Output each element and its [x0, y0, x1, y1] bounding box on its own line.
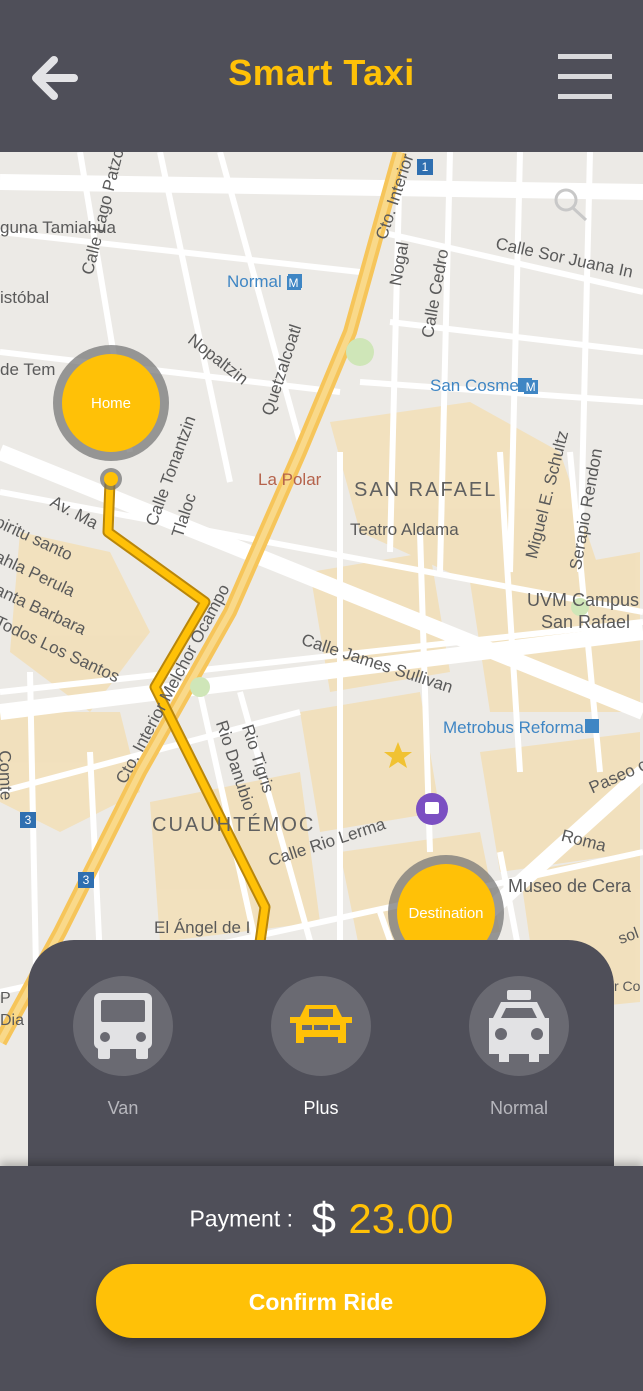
map-label-p: P: [0, 990, 11, 1007]
map-label-uvm: UVM Campus: [527, 590, 640, 610]
menu-button[interactable]: [556, 52, 614, 102]
payment-footer: Payment : $ 23.00 Confirm Ride: [0, 1166, 643, 1391]
ride-type-panel: Van Plus Normal: [28, 940, 614, 1180]
ride-option-label: Plus: [303, 1098, 339, 1118]
origin-pin-label: Home: [90, 394, 131, 412]
map-label-metrobus: Metrobus Reforma: [443, 718, 584, 737]
taxi-icon: [489, 990, 549, 1062]
payment-amount: 23.00: [348, 1195, 454, 1242]
map-label-dia: Dia: [0, 1012, 25, 1029]
ride-option-normal[interactable]: Normal: [449, 976, 589, 1119]
map-label-san-cosme: San Cosme M: [430, 376, 538, 395]
metro-badge-3b: 3: [78, 872, 94, 888]
ride-option-label: Van: [107, 1098, 139, 1118]
app-header: Smart Taxi: [0, 0, 643, 152]
map-label-museo: Museo de Cera: [508, 876, 632, 896]
origin-pin[interactable]: Home: [62, 354, 160, 452]
map-label-comte: Comte: [0, 750, 16, 801]
app-title: Smart Taxi: [228, 52, 415, 93]
map-label-uvm2: San Rafael: [541, 612, 631, 632]
map-label-san-rafael: SAN RAFAEL: [354, 479, 498, 501]
currency-symbol: $: [311, 1194, 336, 1243]
destination-pin-label: Destination: [408, 904, 484, 922]
map-label-angel: El Ángel de I: [154, 918, 251, 937]
ride-option-circle: [469, 976, 569, 1076]
car-icon: [290, 1005, 352, 1043]
origin-location-dot: [104, 472, 118, 486]
bus-icon: [94, 993, 152, 1059]
map-label-cristobal: istóbal: [0, 288, 50, 307]
metro-badge-1: 1: [417, 159, 433, 175]
metro-badge-3a: 3: [20, 812, 36, 828]
ride-option-plus[interactable]: Plus: [251, 976, 391, 1119]
payment-row: Payment : $ 23.00: [0, 1194, 643, 1244]
map-label-teatro-aldama: Teatro Aldama: [350, 520, 459, 539]
ride-option-circle: [73, 976, 173, 1076]
ride-option-van[interactable]: Van: [53, 976, 193, 1119]
ride-option-circle: [271, 976, 371, 1076]
map-label-cuauhtemoc: CUAUHTÉMOC: [152, 814, 316, 836]
map-label-normal-station: Normal M: [227, 272, 301, 291]
map-label-co: r Co: [614, 978, 641, 994]
map-label-la-polar: La Polar: [258, 470, 322, 489]
hamburger-menu-icon: [558, 54, 612, 99]
payment-label: Payment :: [189, 1205, 294, 1232]
ride-option-label: Normal: [489, 1098, 548, 1118]
map-label-templo: de Tem: [0, 360, 56, 379]
confirm-ride-button[interactable]: Confirm Ride: [96, 1264, 546, 1338]
